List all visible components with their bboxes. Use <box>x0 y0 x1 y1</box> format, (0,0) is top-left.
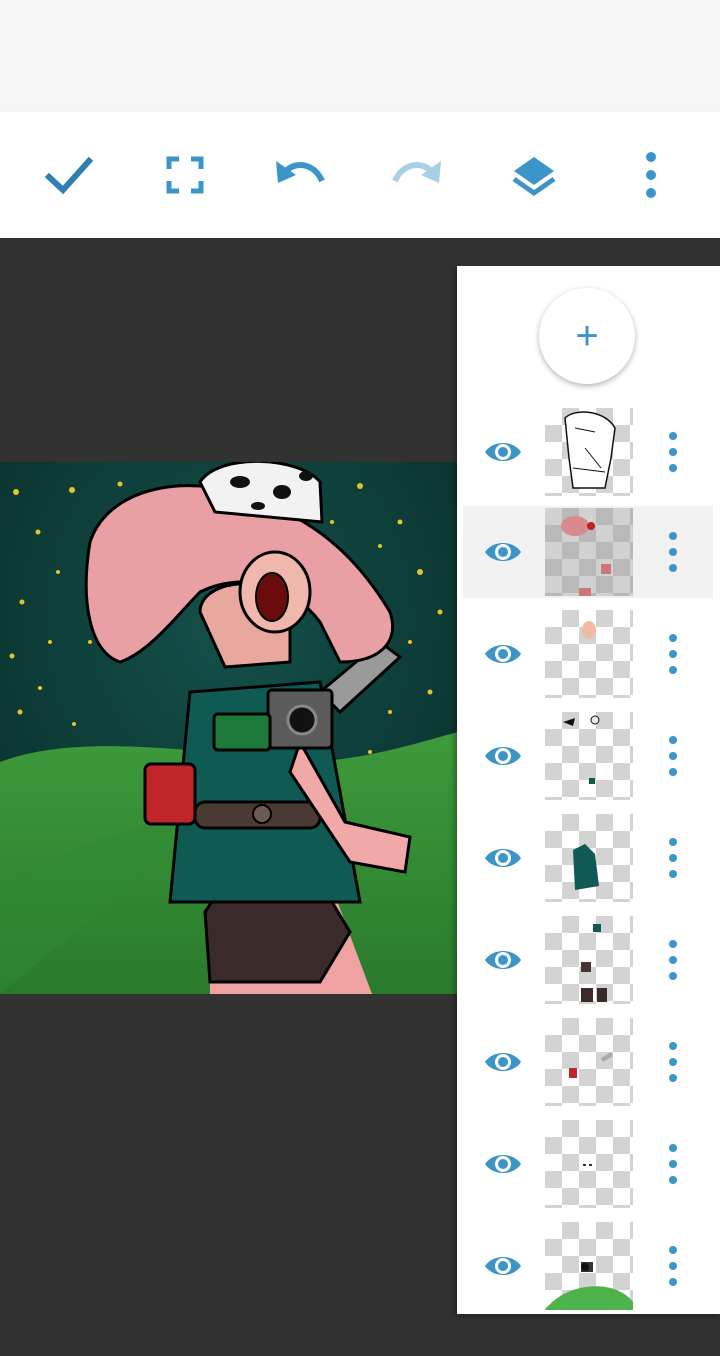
layer-row-8[interactable] <box>463 1118 713 1210</box>
checkmark-icon <box>44 156 94 195</box>
eye-icon[interactable] <box>483 740 523 772</box>
layer-thumbnail <box>545 1018 633 1106</box>
layer-row-3[interactable] <box>463 608 713 700</box>
artwork-image <box>0 462 458 994</box>
eye-icon[interactable] <box>483 436 523 468</box>
add-layer-button[interactable]: + <box>539 288 635 384</box>
drawing-canvas[interactable] <box>0 462 458 994</box>
fullscreen-button[interactable] <box>135 112 235 238</box>
layer-row-9[interactable] <box>463 1220 713 1312</box>
confirm-button[interactable] <box>19 112 119 238</box>
layer-row-4[interactable] <box>463 710 713 802</box>
more-vertical-icon[interactable] <box>661 836 685 880</box>
layer-thumbnail <box>545 916 633 1004</box>
layer-thumbnail <box>545 814 633 902</box>
more-vertical-icon[interactable] <box>661 1142 685 1186</box>
more-vertical-icon[interactable] <box>661 734 685 778</box>
eye-icon[interactable] <box>483 536 523 568</box>
eye-icon[interactable] <box>483 944 523 976</box>
layer-row-2[interactable] <box>463 506 713 598</box>
eye-icon[interactable] <box>483 842 523 874</box>
layer-row-6[interactable] <box>463 914 713 1006</box>
toolbar <box>0 112 720 238</box>
undo-icon <box>276 161 325 183</box>
more-options-button[interactable] <box>601 112 701 238</box>
more-vertical-icon[interactable] <box>661 938 685 982</box>
layer-thumbnail <box>545 508 633 596</box>
more-vertical-icon <box>646 152 656 198</box>
layer-thumbnail <box>545 712 633 800</box>
more-vertical-icon[interactable] <box>661 430 685 474</box>
layer-thumbnail <box>545 610 633 698</box>
plus-icon: + <box>575 314 599 358</box>
layer-thumbnail <box>545 408 633 496</box>
undo-button[interactable] <box>250 112 350 238</box>
layers-panel: + <box>457 266 720 1314</box>
more-vertical-icon[interactable] <box>661 530 685 574</box>
status-bar <box>0 0 720 112</box>
fullscreen-icon <box>166 156 204 194</box>
eye-icon[interactable] <box>483 638 523 670</box>
more-vertical-icon[interactable] <box>661 1244 685 1288</box>
layers-button[interactable] <box>484 112 584 238</box>
eye-icon[interactable] <box>483 1046 523 1078</box>
eye-icon[interactable] <box>483 1250 523 1282</box>
eye-icon[interactable] <box>483 1148 523 1180</box>
more-vertical-icon[interactable] <box>661 1040 685 1084</box>
layers-icon <box>512 157 556 197</box>
layer-row-7[interactable] <box>463 1016 713 1108</box>
layer-row-1[interactable] <box>463 406 713 498</box>
more-vertical-icon[interactable] <box>661 632 685 676</box>
redo-icon <box>392 161 441 183</box>
layer-row-5[interactable] <box>463 812 713 904</box>
redo-button[interactable] <box>367 112 467 238</box>
layer-thumbnail <box>545 1120 633 1208</box>
layer-thumbnail <box>545 1222 633 1310</box>
